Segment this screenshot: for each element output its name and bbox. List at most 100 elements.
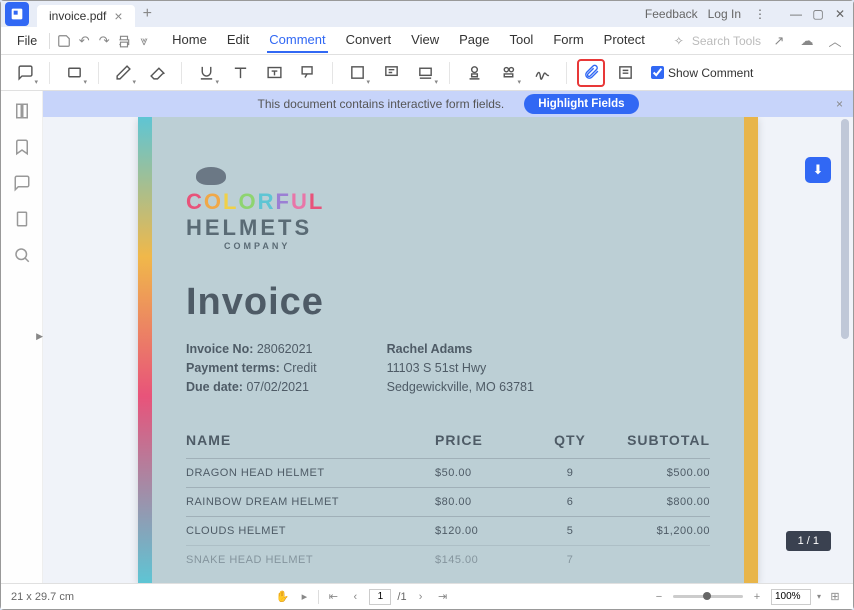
tab-form[interactable]: Form [551, 28, 585, 53]
company-logo: COLORFUL HELMETS COMPANY [186, 167, 710, 251]
page-dimensions: 21 x 29.7 cm [11, 591, 74, 603]
table-header-row: NAME PRICE QTY SUBTOTAL [186, 432, 710, 458]
attachments-icon[interactable] [12, 209, 32, 229]
login-link[interactable]: Log In [708, 7, 741, 21]
tab-view[interactable]: View [409, 28, 441, 53]
customer-addr1: 11103 S 51st Hwy [387, 359, 534, 378]
feedback-link[interactable]: Feedback [645, 7, 698, 21]
page-decoration-left [138, 117, 152, 583]
text-tool[interactable] [226, 59, 254, 87]
payment-terms-value: Credit [283, 361, 316, 375]
tab-tool[interactable]: Tool [507, 28, 535, 53]
comments-icon[interactable] [12, 173, 32, 193]
main-area: ▶ This document contains interactive for… [1, 91, 853, 583]
logo-text-helmets: HELMETS [186, 215, 710, 241]
vertical-scrollbar[interactable] [841, 117, 851, 583]
note-tool[interactable] [11, 59, 39, 87]
page-viewport[interactable]: COLORFUL HELMETS COMPANY Invoice Invoice… [43, 117, 853, 583]
content-area: This document contains interactive form … [43, 91, 853, 583]
titlebar: invoice.pdf × + Feedback Log In ⋮ — ▢ ✕ [1, 1, 853, 27]
undo-icon[interactable]: ↶ [74, 31, 94, 51]
text-callout-tool[interactable] [377, 59, 405, 87]
sidebar-toggle-icon[interactable]: ▶ [36, 331, 43, 342]
payment-terms-label: Payment terms: [186, 361, 280, 375]
banner-close-icon[interactable]: × [836, 97, 843, 111]
th-qty: QTY [530, 432, 610, 448]
collapse-ribbon-icon[interactable]: ︿ [825, 31, 845, 51]
show-comment-input[interactable] [651, 66, 664, 79]
last-page-icon[interactable]: ⇥ [435, 589, 451, 605]
invoice-title: Invoice [186, 281, 710, 324]
fit-page-icon[interactable]: ⊞ [827, 589, 843, 605]
redo-icon[interactable]: ↷ [94, 31, 114, 51]
first-page-icon[interactable]: ⇤ [325, 589, 341, 605]
zoom-slider-thumb[interactable] [703, 592, 711, 600]
signature-tool[interactable] [528, 59, 556, 87]
maximize-button[interactable]: ▢ [809, 5, 827, 23]
tab-edit[interactable]: Edit [225, 28, 251, 53]
area-comment-tool[interactable] [411, 59, 439, 87]
bookmark-icon[interactable] [12, 137, 32, 157]
left-sidebar: ▶ [1, 91, 43, 583]
tab-close-icon[interactable]: × [114, 8, 122, 24]
logo-text-company: COMPANY [224, 241, 710, 251]
next-page-icon[interactable]: › [413, 589, 429, 605]
prev-page-icon[interactable]: ‹ [347, 589, 363, 605]
download-icon[interactable]: ⬇ [805, 157, 831, 183]
menubar: File ↶ ↷ ⩔ Home Edit Comment Convert Vie… [1, 27, 853, 55]
underline-tool[interactable] [192, 59, 220, 87]
table-row: DRAGON HEAD HELMET $50.00 9 $500.00 [186, 458, 710, 487]
text-box-tool[interactable] [260, 59, 288, 87]
tab-comment[interactable]: Comment [267, 28, 327, 53]
due-date-value: 07/02/2021 [246, 380, 309, 394]
callout-tool[interactable] [294, 59, 322, 87]
document-tab[interactable]: invoice.pdf × [37, 5, 135, 27]
customer-name: Rachel Adams [387, 340, 534, 359]
th-price: PRICE [435, 432, 530, 448]
file-menu[interactable]: File [9, 30, 45, 52]
zoom-in-icon[interactable]: + [749, 589, 765, 605]
tab-home[interactable]: Home [170, 28, 209, 53]
highlight-fields-button[interactable]: Highlight Fields [524, 94, 638, 114]
tab-protect[interactable]: Protect [602, 28, 647, 53]
thumbnails-icon[interactable] [12, 101, 32, 121]
save-icon[interactable] [54, 31, 74, 51]
show-comment-checkbox[interactable]: Show Comment [651, 66, 753, 80]
logo-graphic [196, 167, 226, 185]
page-number-input[interactable] [369, 589, 391, 605]
tab-page[interactable]: Page [457, 28, 491, 53]
ribbon-tabs: Home Edit Comment Convert View Page Tool… [170, 28, 647, 53]
invoice-metadata: Invoice No: 28062021 Payment terms: Cred… [186, 340, 710, 396]
eraser-tool[interactable] [143, 59, 171, 87]
print-icon[interactable] [114, 31, 134, 51]
zoom-out-icon[interactable]: − [651, 589, 667, 605]
table-row: CLOUDS HELMET $120.00 5 $1,200.00 [186, 516, 710, 545]
new-tab-button[interactable]: + [143, 5, 152, 23]
cloud-icon[interactable]: ☁ [797, 31, 817, 51]
stamp-dropdown-tool[interactable] [494, 59, 522, 87]
pencil-tool[interactable] [109, 59, 137, 87]
share-icon[interactable]: ↗ [769, 31, 789, 51]
highlight-tool[interactable] [60, 59, 88, 87]
zoom-slider[interactable] [673, 595, 743, 598]
tab-title: invoice.pdf [49, 9, 106, 23]
hand-tool-icon[interactable]: ✋ [274, 589, 290, 605]
kebab-menu-icon[interactable]: ⋮ [751, 5, 769, 23]
tab-convert[interactable]: Convert [344, 28, 394, 53]
shape-tool[interactable] [343, 59, 371, 87]
invoice-no-value: 28062021 [257, 342, 313, 356]
minimize-button[interactable]: — [787, 5, 805, 23]
search-tools-input[interactable]: Search Tools [692, 34, 761, 48]
close-window-button[interactable]: ✕ [831, 5, 849, 23]
quick-access-dropdown-icon[interactable]: ⩔ [134, 31, 154, 51]
select-tool-icon[interactable]: ▸ [296, 589, 312, 605]
stamp-tool[interactable] [460, 59, 488, 87]
comment-toolbar: Show Comment [1, 55, 853, 91]
invoice-table: NAME PRICE QTY SUBTOTAL DRAGON HEAD HELM… [186, 432, 710, 574]
scrollbar-thumb[interactable] [841, 119, 849, 339]
zoom-level-input[interactable] [771, 589, 811, 605]
attachment-tool[interactable] [577, 59, 605, 87]
search-panel-icon[interactable] [12, 245, 32, 265]
due-date-label: Due date: [186, 380, 243, 394]
comments-panel-tool[interactable] [611, 59, 639, 87]
